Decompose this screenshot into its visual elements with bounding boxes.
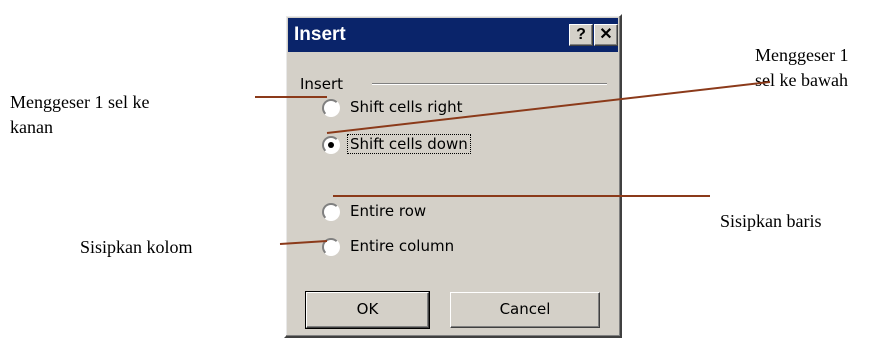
- insert-dialog: Insert ? ✕ Insert Shift cells right Shif…: [284, 14, 622, 338]
- annotation-shift-down-line1: Menggeser 1: [755, 45, 849, 65]
- group-divider: [372, 83, 607, 85]
- close-button[interactable]: ✕: [594, 24, 618, 46]
- annotation-shift-down: Menggeser 1 sel ke bawah: [755, 43, 848, 93]
- annotation-shift-right: Menggeser 1 sel ke kanan: [10, 90, 149, 140]
- option-label-shift-cells-down: Shift cells down: [347, 134, 471, 154]
- radio-shift-cells-right[interactable]: [322, 99, 340, 117]
- dialog-titlebar[interactable]: Insert ? ✕: [288, 18, 618, 52]
- option-label-entire-row: Entire row: [350, 202, 427, 220]
- ok-button[interactable]: OK: [305, 291, 430, 329]
- option-label-entire-column: Entire column: [350, 237, 455, 255]
- help-button[interactable]: ?: [569, 24, 593, 46]
- radio-entire-row[interactable]: [322, 203, 340, 221]
- dialog-title: Insert: [294, 24, 346, 45]
- annotation-shift-right-line1: Menggeser 1 sel ke: [10, 92, 150, 112]
- radio-shift-cells-down[interactable]: [322, 136, 340, 154]
- annotation-shift-down-line2: sel ke bawah: [755, 70, 848, 90]
- option-label-shift-cells-right: Shift cells right: [350, 98, 463, 116]
- annotation-entire-row: Sisipkan baris: [720, 211, 822, 231]
- annotation-entire-column: Sisipkan kolom: [80, 237, 193, 257]
- insert-group-label: Insert: [300, 75, 350, 93]
- radio-selected-dot: [328, 142, 334, 148]
- cancel-button[interactable]: Cancel: [450, 292, 600, 328]
- radio-entire-column[interactable]: [322, 238, 340, 256]
- annotation-shift-right-line2: kanan: [10, 117, 53, 137]
